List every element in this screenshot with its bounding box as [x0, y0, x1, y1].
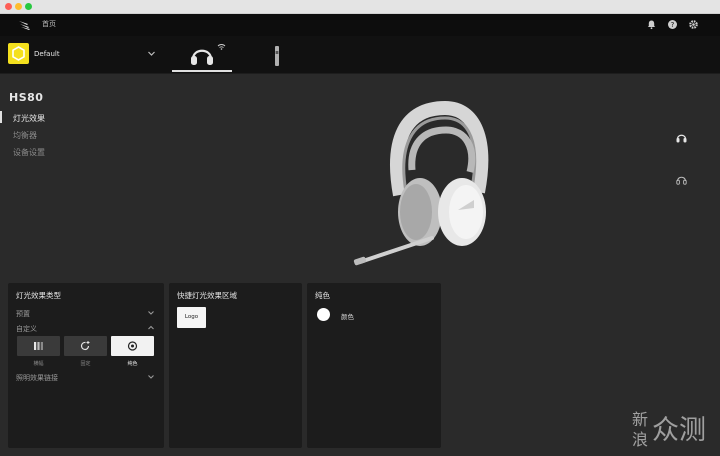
effect-button-banner[interactable]: [17, 336, 60, 356]
profile-name[interactable]: Default: [34, 50, 60, 58]
effect-button-static[interactable]: [64, 336, 107, 356]
headset-product-image: [353, 100, 489, 266]
corsair-logo-icon[interactable]: [18, 19, 32, 31]
effect-button-solid[interactable]: [111, 336, 154, 356]
watermark-char-2: 浪: [632, 430, 648, 449]
solid-color-title: 纯色: [315, 291, 330, 300]
effect-label-static: 固定: [80, 361, 91, 367]
sidebar-active-indicator: [0, 111, 2, 123]
device-tab-wireless-dongle[interactable]: [247, 38, 307, 72]
headset-zone-icon[interactable]: [675, 131, 688, 144]
gear-icon[interactable]: [688, 19, 699, 30]
lighting-type-title: 灯光效果类型: [16, 291, 61, 300]
effect-label-solid: 纯色: [127, 361, 138, 367]
window-titlebar: [0, 0, 720, 14]
custom-row-label[interactable]: 自定义: [16, 324, 37, 334]
lighting-link-row-label[interactable]: 照明效果链接: [16, 373, 58, 383]
device-title: HS80: [9, 91, 44, 104]
quick-zones-panel: 快捷灯光效果区域 Logo: [169, 283, 302, 448]
zoom-window-button[interactable]: [25, 3, 32, 10]
chevron-up-icon[interactable]: [147, 324, 155, 332]
effect-label-banner: 横幅: [33, 361, 44, 367]
sidebar-item-lighting[interactable]: 灯光效果: [13, 113, 45, 124]
headset-zone-outline-icon[interactable]: [675, 173, 688, 186]
refresh-plus-icon: [80, 341, 90, 350]
preset-row-label[interactable]: 预置: [16, 309, 30, 319]
sidebar-item-device-settings[interactable]: 设备设置: [13, 147, 45, 158]
logo-zone-button[interactable]: Logo: [177, 307, 206, 328]
bars-icon: [34, 342, 43, 350]
sidebar-item-equalizer[interactable]: 均衡器: [13, 130, 37, 141]
help-icon[interactable]: ?: [667, 19, 678, 30]
device-bar: Default: [0, 36, 720, 74]
target-icon: [127, 341, 138, 351]
profile-icon[interactable]: [8, 43, 29, 64]
watermark-big: 众测: [652, 415, 706, 446]
device-tab-headset[interactable]: [172, 38, 232, 72]
chevron-down-icon[interactable]: [147, 309, 155, 317]
usb-dongle-icon: [275, 46, 279, 66]
minimize-window-button[interactable]: [15, 3, 22, 10]
headset-icon: [191, 44, 226, 65]
lighting-type-panel: 灯光效果类型 预置 自定义 横幅 固定 纯色 照明效果链接: [8, 283, 164, 448]
close-window-button[interactable]: [5, 3, 12, 10]
color-label: 颜色: [341, 313, 354, 321]
quick-zones-title: 快捷灯光效果区域: [177, 291, 237, 300]
bell-icon[interactable]: [646, 19, 657, 30]
sina-zhongce-watermark: 新 浪 众测: [632, 410, 706, 449]
chevron-down-icon[interactable]: [147, 373, 155, 381]
watermark-char-1: 新: [632, 410, 648, 429]
hexagon-icon: [12, 46, 25, 61]
home-link[interactable]: 首页: [42, 19, 56, 29]
top-navigation: 首页 ?: [0, 14, 720, 36]
color-swatch[interactable]: [317, 308, 330, 321]
chevron-down-icon[interactable]: [147, 49, 156, 58]
svg-text:?: ?: [671, 21, 675, 29]
solid-color-panel: 纯色 颜色: [307, 283, 441, 448]
